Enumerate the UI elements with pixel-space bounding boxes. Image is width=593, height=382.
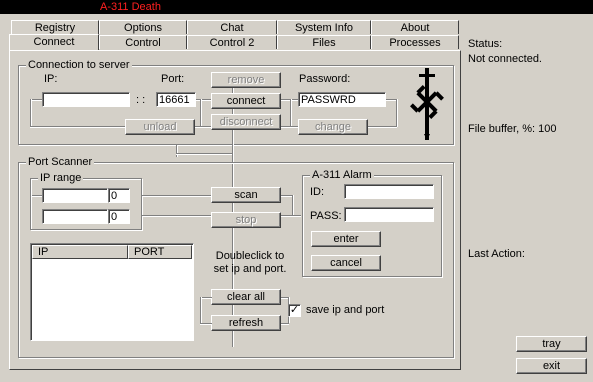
alarm-cancel-button[interactable]: cancel [311,255,381,271]
scan-button[interactable]: scan [211,187,281,203]
status-label: Status: [468,38,503,50]
last-action-label: Last Action: [468,248,525,260]
stop-button[interactable]: stop [211,212,281,228]
alarm-enter-button[interactable]: enter [311,231,381,247]
connector-line [396,99,397,127]
alarm-pass-label: PASS: [310,210,342,222]
range-end-port-input[interactable]: 0 [108,209,130,224]
ip-port-separator: : : [136,94,146,106]
tab-about[interactable]: About [371,20,459,34]
change-button[interactable]: change [298,119,368,135]
alarm-pass-input[interactable] [344,207,434,222]
ip-input[interactable] [42,92,130,107]
connector-line [386,99,396,100]
scan-results-list[interactable]: IP PORT [30,243,194,341]
doubleclick-hint: Doubleclick to set ip and port. [213,250,287,275]
tab-connect[interactable]: Connect [9,34,99,50]
alarm-id-input[interactable] [344,184,434,199]
save-ip-port-checkbox[interactable]: ✓ [288,304,301,317]
connector-line [292,195,293,215]
connector-line [281,215,301,216]
connector-line [290,99,291,127]
connector-line [176,145,177,157]
column-header-port[interactable]: PORT [128,245,192,259]
connector-line [30,126,125,127]
range-end-ip-input[interactable] [42,209,108,224]
connector-line [176,153,232,154]
emblem-icon [410,68,444,140]
port-scanner-label: Port Scanner [26,156,95,168]
tab-control-2[interactable]: Control 2 [187,35,277,49]
connector-line [200,99,201,127]
connection-group-label: Connection to server [26,59,132,71]
port-input[interactable]: 16661 [156,92,196,107]
connector-line [30,99,42,100]
title-bar: A-311 Death [0,0,593,14]
unload-button[interactable]: unload [125,119,195,135]
file-buffer-label: File buffer, %: 100 [468,123,557,135]
alarm-id-label: ID: [310,186,325,198]
checkmark-icon: ✓ [289,304,300,316]
password-input[interactable]: PASSWRD [298,92,386,107]
refresh-button[interactable]: refresh [211,315,281,331]
password-label: Password: [299,73,351,85]
ip-range-label: IP range [38,172,84,184]
connector-line [200,323,212,324]
clear-all-button[interactable]: clear all [211,289,281,305]
exit-button[interactable]: exit [516,358,587,374]
connector-line [281,323,289,324]
tab-registry[interactable]: Registry [11,20,99,34]
remove-button[interactable]: remove [211,72,281,88]
range-start-ip-input[interactable] [42,188,108,203]
ip-label: IP: [44,73,58,85]
column-header-ip[interactable]: IP [32,245,128,259]
connector-line [142,195,212,196]
connector-line [367,126,397,127]
connector-line [142,215,212,216]
tab-chat[interactable]: Chat [187,20,277,34]
connector-line [200,297,212,298]
connector-line [195,99,211,100]
tray-button[interactable]: tray [516,336,587,352]
connect-button[interactable]: connect [211,93,281,109]
tab-processes[interactable]: Processes [371,35,459,49]
alarm-group-label: A-311 Alarm [310,169,374,181]
tab-system-info[interactable]: System Info [277,20,371,34]
range-start-port-input[interactable]: 0 [108,188,130,203]
disconnect-button[interactable]: disconnect [211,114,281,130]
window-title: A-311 Death [100,1,161,13]
connector-line [30,99,31,127]
save-ip-port-label: save ip and port [306,304,385,316]
tab-files[interactable]: Files [277,35,371,49]
status-value: Not connected. [468,53,542,65]
connector-line [32,195,42,196]
tab-control[interactable]: Control [99,35,187,49]
port-label: Port: [161,73,185,85]
connector-line [200,297,201,323]
tab-options[interactable]: Options [99,20,187,34]
